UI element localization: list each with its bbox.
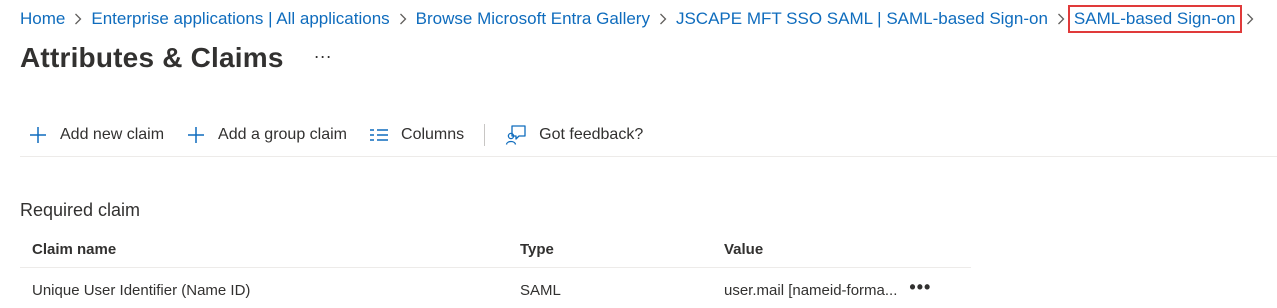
page-title: Attributes & Claims — [20, 42, 284, 73]
breadcrumb-saml-sign-on[interactable]: SAML-based Sign-on — [1067, 5, 1242, 33]
breadcrumb-enterprise-applications[interactable]: Enterprise applications | All applicatio… — [91, 9, 389, 29]
breadcrumb-home[interactable]: Home — [20, 9, 65, 29]
plus-icon — [188, 127, 205, 143]
more-icon[interactable]: ••• — [909, 277, 931, 298]
toolbar-divider — [484, 124, 486, 146]
feedback-label: Got feedback? — [539, 126, 644, 143]
toolbar: Add new claim Add a group claim Columns … — [28, 120, 643, 150]
feedback-icon — [506, 125, 526, 145]
add-group-claim-button[interactable]: Add a group claim — [186, 125, 347, 145]
column-header-value[interactable]: Value — [724, 241, 924, 258]
columns-button[interactable]: Columns — [369, 126, 464, 144]
claim-type-cell: SAML — [520, 281, 561, 299]
chevron-right-icon — [74, 13, 82, 25]
chevron-right-icon — [399, 13, 407, 25]
claim-name-cell: Unique User Identifier (Name ID) — [32, 281, 251, 299]
chevron-right-icon — [659, 13, 667, 25]
plus-icon — [30, 127, 46, 143]
feedback-button[interactable]: Got feedback? — [505, 124, 643, 146]
add-new-claim-label: Add new claim — [60, 126, 165, 143]
chevron-right-icon — [1246, 13, 1254, 25]
title-row: Attributes & Claims ··· — [20, 42, 332, 74]
breadcrumb: Home Enterprise applications | All appli… — [20, 5, 1263, 33]
chevron-right-icon — [1057, 13, 1065, 25]
claim-value-cell: user.mail [nameid-forma... ••• — [724, 277, 930, 301]
claims-table: Claim name Type Value Unique User Identi… — [20, 232, 971, 308]
toolbar-divider-line — [20, 156, 1277, 157]
claim-value-text: user.mail [nameid-forma... — [724, 281, 898, 299]
column-header-claim-name[interactable]: Claim name — [20, 241, 520, 258]
columns-icon — [370, 129, 389, 141]
section-title: Required claim — [20, 200, 141, 220]
column-header-type[interactable]: Type — [520, 241, 724, 258]
breadcrumb-browse-gallery[interactable]: Browse Microsoft Entra Gallery — [416, 9, 650, 29]
table-row[interactable]: Unique User Identifier (Name ID) SAML us… — [20, 268, 971, 308]
table-header: Claim name Type Value — [20, 232, 971, 268]
breadcrumb-app-saml[interactable]: JSCAPE MFT SSO SAML | SAML-based Sign-on — [676, 9, 1048, 29]
more-icon[interactable]: ··· — [314, 46, 332, 67]
add-group-claim-label: Add a group claim — [218, 126, 348, 143]
columns-label: Columns — [401, 126, 465, 143]
add-new-claim-button[interactable]: Add new claim — [28, 125, 164, 145]
